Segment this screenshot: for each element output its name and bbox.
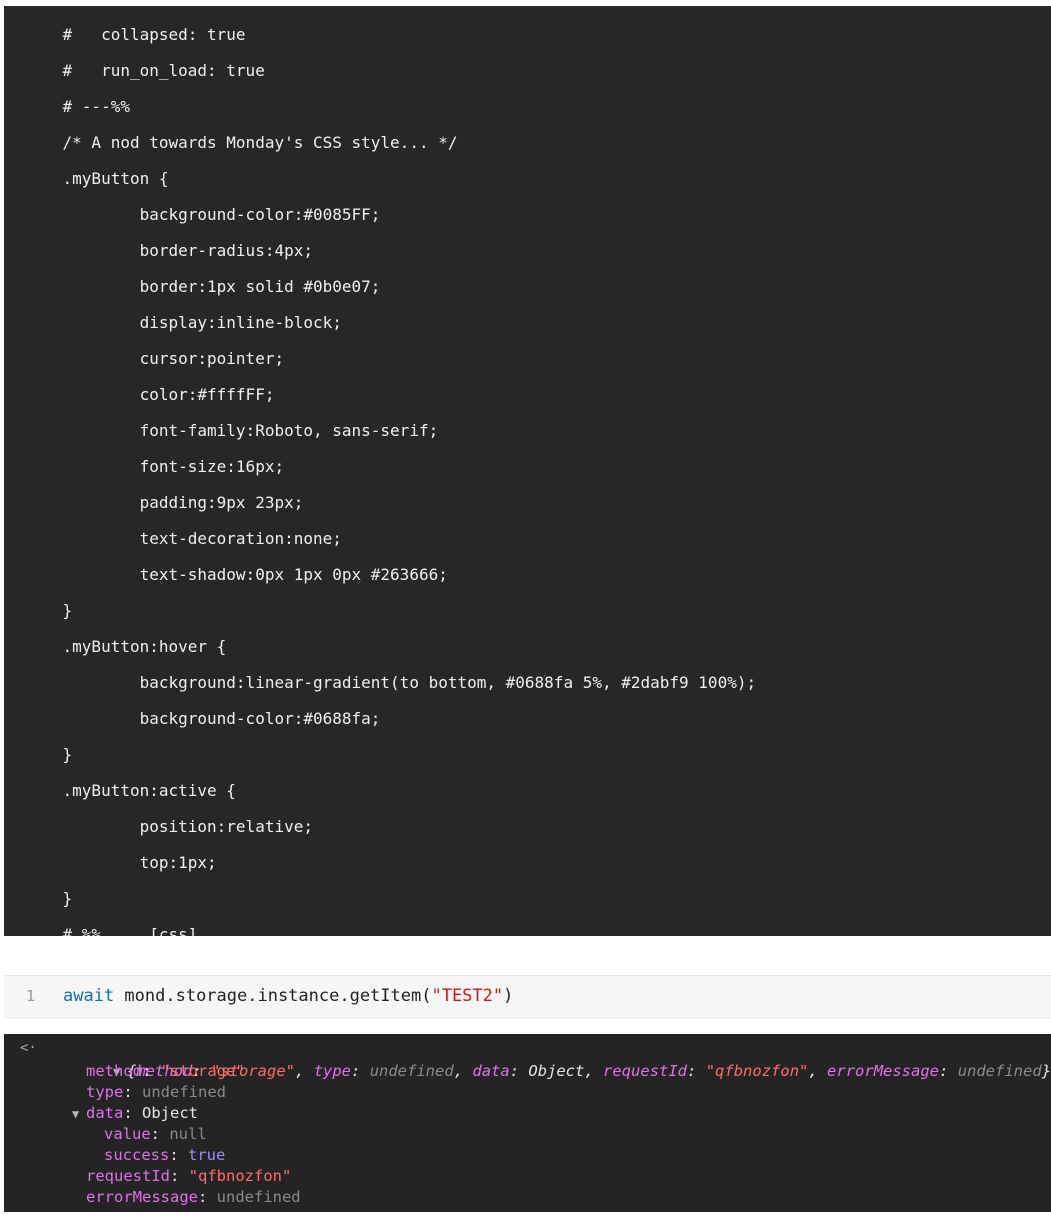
code-line: border-radius:4px; xyxy=(24,241,313,260)
code-line: .myButton:hover { xyxy=(24,637,227,656)
code-line: # %% [css] xyxy=(24,925,198,936)
code-line: background-color:#0688fa; xyxy=(24,709,381,728)
prop-method: method: "storage" xyxy=(86,1062,245,1080)
close-paren: ) xyxy=(503,986,514,1006)
summary-value: Object xyxy=(528,1062,585,1080)
code-line: } xyxy=(24,601,73,620)
code-line: /* A nod towards Monday's CSS style... *… xyxy=(24,133,458,152)
expand-triangle-icon[interactable]: ▼ xyxy=(72,1104,86,1125)
summary-value: undefined xyxy=(957,1062,1042,1080)
code-line: text-shadow:0px 1px 0px #263666; xyxy=(24,565,448,584)
code-line: color:#ffffFF; xyxy=(24,385,275,404)
prop-requestId: requestId: "qfbnozfon" xyxy=(86,1167,292,1185)
expression-text: mond.storage.instance.getItem( xyxy=(114,986,432,1006)
code-line: display:inline-block; xyxy=(24,313,342,332)
prop-type: type: undefined xyxy=(86,1083,226,1101)
code-line: .myButton { xyxy=(24,169,169,188)
console-input-code[interactable]: await mond.storage.instance.getItem("TES… xyxy=(63,976,513,1017)
summary-value: undefined xyxy=(369,1062,454,1080)
console-output: <· ▼ {method: "storage", type: undefined,… xyxy=(4,1034,1051,1212)
prop-value: value: null xyxy=(104,1125,207,1143)
await-keyword: await xyxy=(63,986,115,1006)
code-cell[interactable]: # collapsed: true # run_on_load: true # … xyxy=(4,6,1051,936)
summary-key: errorMessage xyxy=(827,1062,940,1080)
code-line: text-decoration:none; xyxy=(24,529,342,548)
summary-key: data xyxy=(472,1062,510,1080)
code-line: font-size:16px; xyxy=(24,457,285,476)
code-line: cursor:pointer; xyxy=(24,349,285,368)
code-line: padding:9px 23px; xyxy=(24,493,304,512)
line-number: 1 xyxy=(26,987,36,1005)
return-arrow-icon: <· xyxy=(20,1040,37,1056)
prop-data[interactable]: ▼ data: Object xyxy=(72,1103,198,1124)
object-summary-row[interactable]: ▼ {method: "storage", type: undefined, da… xyxy=(57,1040,1051,1080)
code-line: background:linear-gradient(to bottom, #0… xyxy=(24,673,757,692)
code-line: .myButton:active { xyxy=(24,781,236,800)
prop-success: success: true xyxy=(104,1146,226,1164)
summary-key: type xyxy=(313,1062,352,1080)
code-line: position:relative; xyxy=(24,817,313,836)
code-line: } xyxy=(24,745,73,764)
console-input-row[interactable]: 1 await mond.storage.instance.getItem("T… xyxy=(4,975,1051,1018)
prop-errorMessage: errorMessage: undefined xyxy=(86,1188,301,1206)
code-line: # ---%% xyxy=(24,97,130,116)
summary-value: "qfbnozfon" xyxy=(705,1062,809,1080)
code-line: } xyxy=(24,889,73,908)
string-argument: "TEST2" xyxy=(431,986,504,1006)
code-line: # collapsed: true xyxy=(24,25,246,44)
code-line: font-family:Roboto, sans-serif; xyxy=(24,421,439,440)
summary-key: requestId xyxy=(603,1062,688,1080)
code-line: border:1px solid #0b0e07; xyxy=(24,277,381,296)
page: # collapsed: true # run_on_load: true # … xyxy=(0,0,1051,1216)
code-line: background-color:#0085FF; xyxy=(24,205,381,224)
code-line: top:1px; xyxy=(24,853,217,872)
code-line: # run_on_load: true xyxy=(24,61,265,80)
